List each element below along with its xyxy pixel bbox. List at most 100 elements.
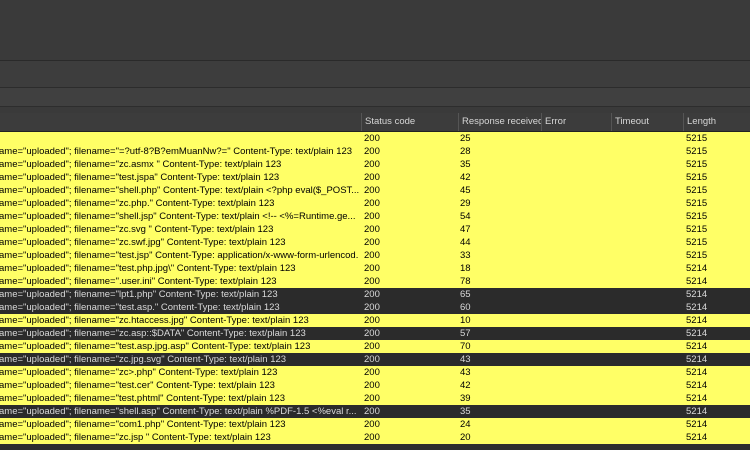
table-row[interactable]: ame="uploaded"; filename="test.phtml" Co… bbox=[0, 392, 750, 405]
cell-length: 5215 bbox=[686, 250, 708, 261]
cell-error bbox=[543, 171, 611, 184]
cell-timeout bbox=[613, 288, 683, 301]
table-row[interactable]: ame="uploaded"; filename="com1.php" Cont… bbox=[0, 418, 750, 431]
cell-timeout bbox=[613, 223, 683, 236]
table-row[interactable]: ame="uploaded"; filename="test.jsp" Cont… bbox=[0, 249, 750, 262]
payload-text: ame="uploaded"; filename="test.jsp" Cont… bbox=[0, 250, 359, 261]
table-row[interactable]: ame="uploaded"; filename="test.asp." Con… bbox=[0, 301, 750, 314]
table-row[interactable]: ame="uploaded"; filename="test.asp.jpg.a… bbox=[0, 340, 750, 353]
table-row[interactable]: ame="uploaded"; filename="test.php.jpg\"… bbox=[0, 262, 750, 275]
cell-error bbox=[543, 132, 611, 145]
cell-timeout bbox=[613, 366, 683, 379]
cell-timeout bbox=[613, 171, 683, 184]
table-row[interactable]: ame="uploaded"; filename="zc.asp::$DATA"… bbox=[0, 327, 750, 340]
cell-timeout bbox=[613, 301, 683, 314]
col-response-received[interactable]: Response received bbox=[458, 113, 541, 131]
col-timeout[interactable]: Timeout bbox=[611, 113, 683, 131]
table-row[interactable]: ame="uploaded"; filename="zc.svg " Conte… bbox=[0, 223, 750, 236]
table-row[interactable]: ame="uploaded"; filename="shell.php" Con… bbox=[0, 184, 750, 197]
payload-text: ame="uploaded"; filename="zc.jsp " Conte… bbox=[0, 432, 271, 443]
cell-payload: ame="uploaded"; filename="test.asp.jpg.a… bbox=[0, 340, 359, 353]
payload-text: ame="uploaded"; filename="shell.asp" Con… bbox=[0, 406, 357, 417]
cell-length: 5215 bbox=[686, 211, 708, 222]
cell-length: 5215 bbox=[686, 185, 708, 196]
cell-payload: ame="uploaded"; filename="zc.svg " Conte… bbox=[0, 223, 359, 236]
payload-text: ame="uploaded"; filename="zc.svg " Conte… bbox=[0, 224, 274, 235]
cell-payload: ame="uploaded"; filename="shell.asp" Con… bbox=[0, 405, 359, 418]
cell-error bbox=[543, 405, 611, 418]
cell-status-code: 200 bbox=[364, 302, 380, 313]
cell-length: 5215 bbox=[686, 159, 708, 170]
cell-response-received: 45 bbox=[460, 185, 471, 196]
col-payload[interactable] bbox=[0, 113, 361, 131]
cell-response-received: 42 bbox=[460, 172, 471, 183]
cell-payload: ame="uploaded"; filename="test.cer" Cont… bbox=[0, 379, 359, 392]
cell-timeout bbox=[613, 392, 683, 405]
cell-status-code: 200 bbox=[364, 211, 380, 222]
table-row[interactable]: ame="uploaded"; filename="zc.php." Conte… bbox=[0, 197, 750, 210]
table-row[interactable]: ame="uploaded"; filename="zc.swf.jpg" Co… bbox=[0, 236, 750, 249]
cell-payload: ame="uploaded"; filename="zc.jsp " Conte… bbox=[0, 431, 359, 444]
table-row[interactable]: ame="uploaded"; filename="zc.htaccess.jp… bbox=[0, 314, 750, 327]
cell-payload: ame="uploaded"; filename="=?utf-8?B?emMu… bbox=[0, 145, 359, 158]
cell-timeout bbox=[613, 405, 683, 418]
cell-status-code: 200 bbox=[364, 237, 380, 248]
cell-status-code: 200 bbox=[364, 250, 380, 261]
cell-response-received: 25 bbox=[460, 133, 471, 144]
cell-timeout bbox=[613, 327, 683, 340]
cell-length: 5214 bbox=[686, 406, 708, 417]
cell-response-received: 42 bbox=[460, 380, 471, 391]
table-row[interactable]: ame="uploaded"; filename="zc.asmx " Cont… bbox=[0, 158, 750, 171]
cell-response-received: 35 bbox=[460, 406, 471, 417]
cell-response-received: 10 bbox=[460, 315, 471, 326]
cell-payload: ame="uploaded"; filename=".user.ini" Con… bbox=[0, 275, 359, 288]
table-row[interactable]: ame="uploaded"; filename="test.cer" Cont… bbox=[0, 379, 750, 392]
payload-text: ame="uploaded"; filename="zc.asmx " Cont… bbox=[0, 159, 282, 170]
payload-text: ame="uploaded"; filename="test.phtml" Co… bbox=[0, 393, 285, 404]
table-row[interactable]: ame="uploaded"; filename="zc>.php" Conte… bbox=[0, 366, 750, 379]
cell-status-code: 200 bbox=[364, 276, 380, 287]
table-row[interactable]: ame="uploaded"; filename="shell.asp" Con… bbox=[0, 405, 750, 418]
table-row[interactable]: ame="uploaded"; filename="zc.jpg.svg" Co… bbox=[0, 353, 750, 366]
cell-length: 5215 bbox=[686, 133, 708, 144]
cell-length: 5214 bbox=[686, 341, 708, 352]
top-toolbar-area bbox=[0, 0, 750, 61]
cell-response-received: 57 bbox=[460, 328, 471, 339]
cell-payload: ame="uploaded"; filename="zc>.php" Conte… bbox=[0, 366, 359, 379]
cell-length: 5215 bbox=[686, 224, 708, 235]
cell-payload: ame="uploaded"; filename="zc.asp::$DATA"… bbox=[0, 327, 359, 340]
cell-response-received: 43 bbox=[460, 354, 471, 365]
cell-timeout bbox=[613, 236, 683, 249]
cell-error bbox=[543, 275, 611, 288]
payload-text: ame="uploaded"; filename="zc.swf.jpg" Co… bbox=[0, 237, 286, 248]
cell-status-code: 200 bbox=[364, 263, 380, 274]
cell-response-received: 47 bbox=[460, 224, 471, 235]
table-row[interactable]: ame="uploaded"; filename="test.jspa" Con… bbox=[0, 171, 750, 184]
cell-response-received: 70 bbox=[460, 341, 471, 352]
payload-text: ame="uploaded"; filename="zc.htaccess.jp… bbox=[0, 315, 309, 326]
table-row[interactable]: ame="uploaded"; filename="lpt1.php" Cont… bbox=[0, 288, 750, 301]
cell-status-code: 200 bbox=[364, 146, 380, 157]
col-status-code[interactable]: Status code bbox=[361, 113, 458, 131]
table-row[interactable]: ame="uploaded"; filename="shell.jsp" Con… bbox=[0, 210, 750, 223]
payload-text: ame="uploaded"; filename="zc.php." Conte… bbox=[0, 198, 275, 209]
cell-timeout bbox=[613, 145, 683, 158]
table-row[interactable]: ame="uploaded"; filename="zc.jsp " Conte… bbox=[0, 431, 750, 444]
cell-payload: ame="uploaded"; filename="shell.php" Con… bbox=[0, 184, 359, 197]
col-error[interactable]: Error bbox=[541, 113, 611, 131]
cell-length: 5214 bbox=[686, 393, 708, 404]
table-row[interactable]: 200 25 5215 bbox=[0, 132, 750, 145]
cell-response-received: 28 bbox=[460, 146, 471, 157]
cell-status-code: 200 bbox=[364, 185, 380, 196]
cell-timeout bbox=[613, 431, 683, 444]
cell-status-code: 200 bbox=[364, 406, 380, 417]
cell-status-code: 200 bbox=[364, 341, 380, 352]
cell-payload: ame="uploaded"; filename="test.asp." Con… bbox=[0, 301, 359, 314]
cell-response-received: 54 bbox=[460, 211, 471, 222]
cell-error bbox=[543, 366, 611, 379]
payload-text: ame="uploaded"; filename="shell.jsp" Con… bbox=[0, 211, 356, 222]
table-row[interactable]: ame="uploaded"; filename="=?utf-8?B?emMu… bbox=[0, 145, 750, 158]
col-length[interactable]: Length bbox=[683, 113, 750, 131]
payload-text: ame="uploaded"; filename="shell.php" Con… bbox=[0, 185, 359, 196]
table-row[interactable]: ame="uploaded"; filename=".user.ini" Con… bbox=[0, 275, 750, 288]
